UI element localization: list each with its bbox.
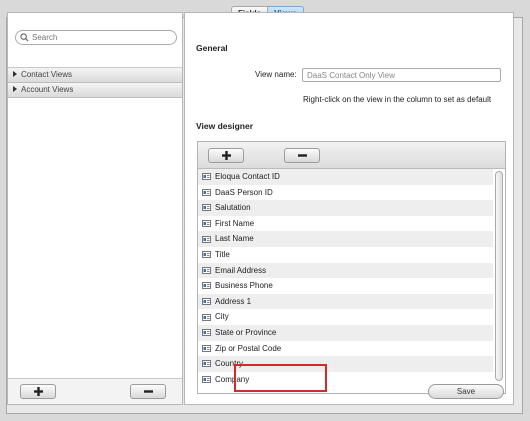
- default-view-hint: Right-click on the view in the column to…: [303, 95, 492, 104]
- field-label: Address 1: [215, 296, 252, 306]
- save-button[interactable]: Save: [428, 384, 504, 399]
- group-label: Contact Views: [21, 70, 72, 79]
- group-contact-views[interactable]: Contact Views: [8, 68, 182, 83]
- field-icon: [202, 360, 211, 368]
- field-label: Business Phone: [215, 281, 273, 291]
- field-label: Title: [215, 249, 230, 259]
- search-box[interactable]: [15, 30, 177, 45]
- remove-view-button[interactable]: [130, 384, 166, 399]
- add-field-button[interactable]: [208, 148, 244, 163]
- field-row[interactable]: First Name: [198, 216, 493, 232]
- field-row[interactable]: DaaS Person ID: [198, 185, 493, 201]
- field-icon: [202, 329, 211, 337]
- field-label: Zip or Postal Code: [215, 343, 282, 353]
- field-icon: [202, 251, 211, 259]
- field-label: Email Address: [215, 265, 267, 275]
- field-list: Eloqua Contact ID DaaS Person ID Salutatio…: [198, 169, 493, 393]
- field-icon: [202, 204, 211, 212]
- group-label: Account Views: [21, 85, 74, 94]
- highlight-box: [234, 364, 327, 392]
- field-icon: [202, 235, 211, 243]
- sidebar-header: [8, 13, 182, 68]
- field-row[interactable]: Zip or Postal Code: [198, 341, 493, 357]
- field-row[interactable]: Salutation: [198, 200, 493, 216]
- plus-icon: [221, 151, 231, 160]
- designer-toolbar: [198, 142, 505, 169]
- field-row[interactable]: Address 1: [198, 293, 493, 310]
- view-designer-heading: View designer: [196, 121, 254, 131]
- field-label: DaaS Person ID: [215, 187, 273, 197]
- field-label: Last Name: [215, 234, 254, 244]
- general-heading: General: [196, 43, 228, 53]
- field-label: City: [215, 312, 229, 322]
- field-label: Eloqua Contact ID: [215, 172, 280, 181]
- field-icon: [202, 282, 211, 290]
- field-row[interactable]: Eloqua Contact ID: [198, 169, 493, 185]
- search-input[interactable]: [29, 33, 169, 42]
- remove-field-button[interactable]: [284, 148, 320, 163]
- field-icon: [202, 188, 211, 196]
- field-icon: [202, 298, 211, 305]
- field-label: Salutation: [215, 203, 251, 213]
- minus-icon: [143, 390, 153, 393]
- field-icon: [202, 266, 211, 274]
- field-row[interactable]: City: [198, 309, 493, 325]
- field-row[interactable]: State or Province: [198, 324, 493, 341]
- minus-icon: [297, 154, 307, 157]
- field-icon: [202, 344, 211, 352]
- vertical-scrollbar[interactable]: [495, 171, 503, 381]
- field-icon: [202, 313, 211, 321]
- add-view-button[interactable]: [20, 384, 56, 399]
- view-editor-panel: General View name: Right-click on the vi…: [184, 12, 514, 405]
- plus-icon: [33, 387, 43, 396]
- expand-arrow-icon[interactable]: [13, 86, 17, 92]
- field-icon: [202, 173, 211, 181]
- view-name-input[interactable]: [302, 68, 501, 82]
- field-icon: [202, 376, 211, 383]
- field-row[interactable]: Email Address: [198, 262, 493, 279]
- search-icon: [20, 33, 29, 42]
- field-row[interactable]: Last Name: [198, 231, 493, 247]
- view-name-label: View name:: [255, 70, 297, 79]
- views-sidebar: Contact Views Account Views: [7, 12, 183, 405]
- field-row[interactable]: Business Phone: [198, 278, 493, 294]
- field-label: State or Province: [215, 327, 277, 337]
- field-label: First Name: [215, 218, 255, 228]
- expand-arrow-icon[interactable]: [13, 71, 17, 77]
- group-account-views[interactable]: Account Views: [8, 83, 182, 98]
- view-designer: Eloqua Contact ID DaaS Person ID Salutatio…: [197, 141, 506, 394]
- field-row[interactable]: Title: [198, 247, 493, 263]
- field-icon: [202, 220, 211, 227]
- sidebar-footer: [8, 378, 182, 404]
